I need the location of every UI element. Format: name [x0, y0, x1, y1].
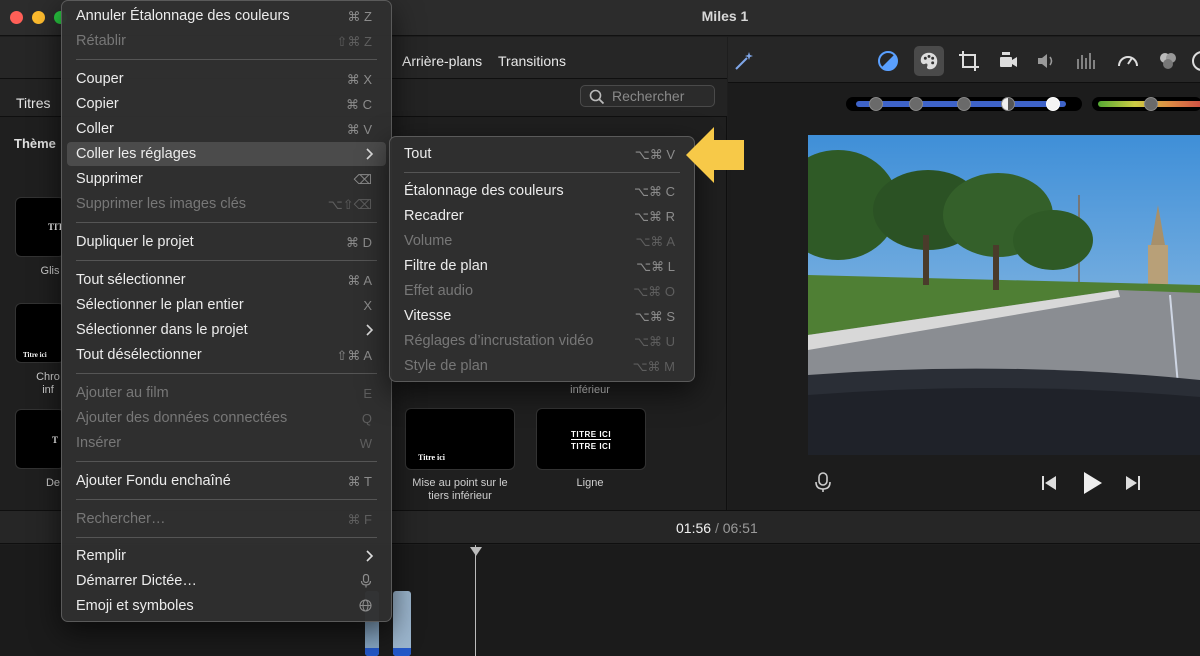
title-thumbnail[interactable]: Titre ici — [405, 408, 515, 470]
next-icon[interactable] — [1122, 472, 1144, 494]
search-placeholder: Rechercher — [612, 88, 685, 104]
submenu-item-color-correction[interactable]: Étalonnage des couleurs ⌥⌘ C — [395, 179, 689, 203]
menu-item-select-entire-clip[interactable]: Sélectionner le plan entier X — [67, 293, 386, 317]
globe-icon — [359, 599, 372, 612]
menu-item-delete[interactable]: Supprimer ⌫ — [67, 167, 386, 191]
chevron-right-icon — [366, 550, 374, 562]
title-thumbnail[interactable]: TIT — [15, 197, 65, 257]
menu-item-duplicate-project[interactable]: Dupliquer le projet ⌘ D — [67, 230, 386, 254]
menu-separator — [404, 172, 680, 173]
submenu-item-volume[interactable]: Volume ⌥⌘ A — [395, 229, 689, 253]
slider-knob[interactable] — [1001, 97, 1015, 111]
menu-separator — [76, 222, 377, 223]
title-thumbnail[interactable]: TITRE ICI TITRE ICI — [536, 408, 646, 470]
menu-separator — [76, 537, 377, 538]
search-icon — [589, 89, 605, 105]
menu-item-add-crossfade[interactable]: Ajouter Fondu enchaîné ⌘ T — [67, 469, 386, 493]
menu-separator — [76, 373, 377, 374]
title-thumbnail[interactable]: Titre ici — [15, 303, 65, 363]
menu-item-emoji[interactable]: Emoji et symboles — [67, 594, 386, 618]
microphone-icon — [360, 574, 372, 588]
submenu-item-video-overlay[interactable]: Réglages d’incrustation vidéo ⌥⌘ U — [395, 329, 689, 353]
menu-separator — [76, 461, 377, 462]
submenu-item-audio-effect[interactable]: Effet audio ⌥⌘ O — [395, 279, 689, 303]
previous-icon[interactable] — [1038, 472, 1060, 494]
menu-item-insert[interactable]: Insérer W — [67, 431, 386, 455]
play-icon[interactable] — [1078, 469, 1106, 497]
title-thumbnail-label: inférieur — [570, 384, 610, 396]
themes-label: Thème — [14, 136, 56, 151]
menu-item-find[interactable]: Rechercher… ⌘ F — [67, 507, 386, 531]
clip-filter-icon[interactable] — [1156, 49, 1180, 73]
crop-icon[interactable] — [957, 49, 981, 73]
slider-knob[interactable] — [869, 97, 883, 111]
menu-item-autofill[interactable]: Remplir — [67, 544, 386, 568]
title-thumbnail[interactable]: T — [15, 409, 65, 469]
tab-backgrounds[interactable]: Arrière-plans — [402, 53, 482, 69]
magic-wand-icon[interactable] — [732, 49, 756, 73]
menu-item-select-in-project[interactable]: Sélectionner dans le projet — [67, 318, 386, 342]
chevron-right-icon — [366, 148, 374, 160]
submenu-item-crop[interactable]: Recadrer ⌥⌘ R — [395, 204, 689, 228]
search-input[interactable]: Rechercher — [580, 85, 715, 107]
color-balance-slider[interactable] — [846, 97, 1082, 111]
color-temperature-slider[interactable] — [1092, 97, 1200, 111]
slider-knob[interactable] — [1144, 97, 1158, 111]
chevron-right-icon — [366, 324, 374, 336]
equalizer-icon[interactable] — [1074, 49, 1098, 73]
menu-item-copy[interactable]: Copier ⌘ C — [67, 92, 386, 116]
title-thumbnail-label: Chro inf — [36, 371, 60, 396]
submenu-item-all[interactable]: Tout ⌥⌘ V — [395, 142, 689, 166]
palette-icon — [920, 52, 938, 70]
color-balance-icon[interactable] — [876, 49, 900, 73]
menu-item-cut[interactable]: Couper ⌘ X — [67, 67, 386, 91]
menu-item-dictation[interactable]: Démarrer Dictée… — [67, 569, 386, 593]
total-time: 06:51 — [722, 520, 758, 536]
menu-item-add-connected[interactable]: Ajouter des données connectées Q — [67, 406, 386, 430]
volume-icon[interactable] — [1035, 49, 1059, 73]
menu-separator — [76, 260, 377, 261]
stabilization-icon[interactable] — [996, 49, 1020, 73]
submenu-item-clip-filter[interactable]: Filtre de plan ⌥⌘ L — [395, 254, 689, 278]
playhead[interactable] — [475, 545, 476, 656]
pointer-arrow-icon — [686, 127, 744, 183]
title-thumbnail-label: Ligne — [576, 477, 604, 489]
slider-knob[interactable] — [1046, 97, 1060, 111]
microphone-icon[interactable] — [812, 471, 834, 493]
playhead-handle[interactable] — [470, 547, 482, 556]
menu-item-paste[interactable]: Coller ⌘ V — [67, 117, 386, 141]
title-thumbnail-label: Glis — [40, 265, 60, 277]
submenu-item-speed[interactable]: Vitesse ⌥⌘ S — [395, 304, 689, 328]
menu-item-undo[interactable]: Annuler Étalonnage des couleurs ⌘ Z — [67, 4, 386, 28]
menu-item-deselect-all[interactable]: Tout désélectionner ⇧⌘ A — [67, 343, 386, 367]
color-correction-button[interactable] — [914, 46, 944, 76]
tab-titles[interactable]: Titres — [16, 95, 50, 111]
viewer-panel — [728, 37, 1200, 510]
timecode: 01:56 / 06:51 — [676, 520, 758, 536]
menu-separator — [76, 499, 377, 500]
title-thumbnail-label: Mise au point sur le tiers inférieur — [412, 477, 508, 502]
menu-item-redo[interactable]: Rétablir ⇧⌘ Z — [67, 29, 386, 53]
slider-knob[interactable] — [957, 97, 971, 111]
menu-item-paste-settings[interactable]: Coller les réglages — [67, 142, 386, 166]
video-preview — [808, 135, 1200, 455]
menu-item-delete-keyframes[interactable]: Supprimer les images clés ⌥⇧⌫ — [67, 192, 386, 216]
paste-settings-submenu: Tout ⌥⌘ V Étalonnage des couleurs ⌥⌘ C Rec… — [389, 136, 695, 382]
menu-item-select-all[interactable]: Tout sélectionner ⌘ A — [67, 268, 386, 292]
timeline-clip[interactable] — [393, 591, 411, 656]
current-time: 01:56 — [676, 520, 712, 536]
speed-icon[interactable] — [1116, 49, 1140, 73]
slider-knob[interactable] — [909, 97, 923, 111]
info-icon[interactable] — [1190, 49, 1200, 73]
submenu-item-clip-style[interactable]: Style de plan ⌥⌘ M — [395, 354, 689, 378]
tab-transitions[interactable]: Transitions — [498, 53, 566, 69]
title-thumbnail-label: De — [45, 477, 61, 489]
menu-separator — [76, 59, 377, 60]
time-separator: / — [714, 520, 719, 536]
menu-item-add-to-movie[interactable]: Ajouter au film E — [67, 381, 386, 405]
edit-menu: Annuler Étalonnage des couleurs ⌘ Z Rétab… — [61, 0, 392, 622]
